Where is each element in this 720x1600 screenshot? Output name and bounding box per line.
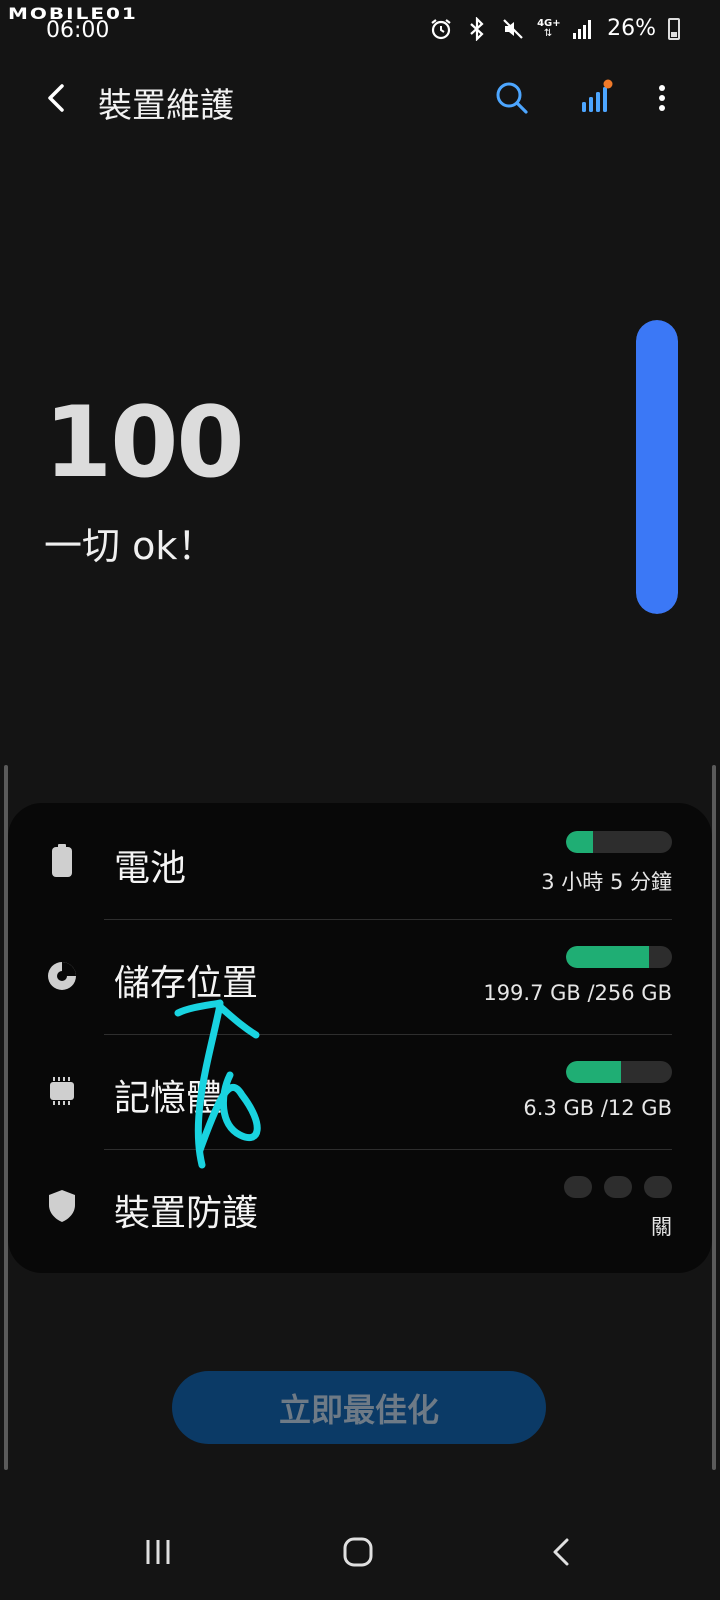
memory-level-fill: [566, 1061, 622, 1083]
storage-pie-icon: [44, 958, 80, 994]
stats-icon[interactable]: [572, 76, 616, 120]
network-type-indicator: 4G+ ⇅: [537, 17, 561, 39]
row-label: 記憶體: [114, 1078, 223, 1119]
storage-row[interactable]: 儲存位置 199.7 GB /256 GB: [8, 918, 712, 1035]
app-bar: 裝置維護: [0, 68, 720, 132]
mute-icon: [501, 17, 525, 41]
battery-percent: 26%: [607, 16, 656, 41]
storage-level-fill: [566, 946, 649, 968]
bluetooth-icon: [465, 16, 489, 41]
status-time: 06:00: [46, 18, 110, 43]
storage-level-bar: [566, 946, 672, 968]
back-icon[interactable]: [540, 1530, 584, 1574]
battery-icon: [44, 843, 80, 879]
score-gauge: [636, 320, 678, 614]
back-arrow-icon[interactable]: [36, 76, 80, 120]
alarm-icon: [429, 17, 453, 41]
row-label: 儲存位置: [114, 963, 259, 1004]
home-icon[interactable]: [336, 1530, 380, 1574]
memory-chip-icon: [44, 1073, 80, 1109]
score-status-text: 一切 ok！: [44, 524, 216, 568]
maintenance-card: 電池 3 小時 5 分鐘 儲存位置 199.7 GB /256 GB 記憶體 6…: [8, 803, 712, 1273]
notification-dot: [603, 79, 613, 89]
protection-status-dots: [564, 1176, 672, 1198]
row-label: 裝置防護: [114, 1193, 259, 1234]
edge-scroll-line-right: [712, 765, 716, 1470]
battery-level-fill: [566, 831, 593, 853]
more-options-icon[interactable]: [640, 76, 684, 120]
row-value: 199.7 GB /256 GB: [483, 981, 672, 1005]
device-care-screen: MOBILE01 06:00 4G+ ⇅ 26% 裝置維護 100 一切 ok！…: [0, 0, 720, 1600]
battery-level-bar: [566, 831, 672, 853]
signal-icon: [571, 17, 595, 41]
search-icon[interactable]: [490, 76, 534, 120]
device-score: 100: [44, 386, 245, 500]
memory-level-bar: [566, 1061, 672, 1083]
battery-row[interactable]: 電池 3 小時 5 分鐘: [8, 803, 712, 920]
row-label: 電池: [114, 848, 187, 889]
status-dot: [644, 1176, 672, 1198]
page-title: 裝置維護: [98, 86, 234, 126]
optimize-now-button[interactable]: 立即最佳化: [172, 1371, 546, 1444]
navigation-bar: [0, 1520, 720, 1600]
score-gauge-fill: [636, 320, 678, 614]
status-bar: MOBILE01 06:00 4G+ ⇅ 26%: [0, 0, 720, 60]
device-protection-row[interactable]: 裝置防護 關: [8, 1148, 712, 1265]
memory-row[interactable]: 記憶體 6.3 GB /12 GB: [8, 1033, 712, 1150]
status-dot: [564, 1176, 592, 1198]
row-value: 3 小時 5 分鐘: [541, 870, 672, 894]
shield-icon: [44, 1188, 80, 1224]
status-dot: [604, 1176, 632, 1198]
recents-icon[interactable]: [136, 1530, 180, 1574]
row-value: 關: [651, 1215, 672, 1239]
battery-status-icon: [668, 17, 680, 40]
row-value: 6.3 GB /12 GB: [523, 1096, 672, 1120]
